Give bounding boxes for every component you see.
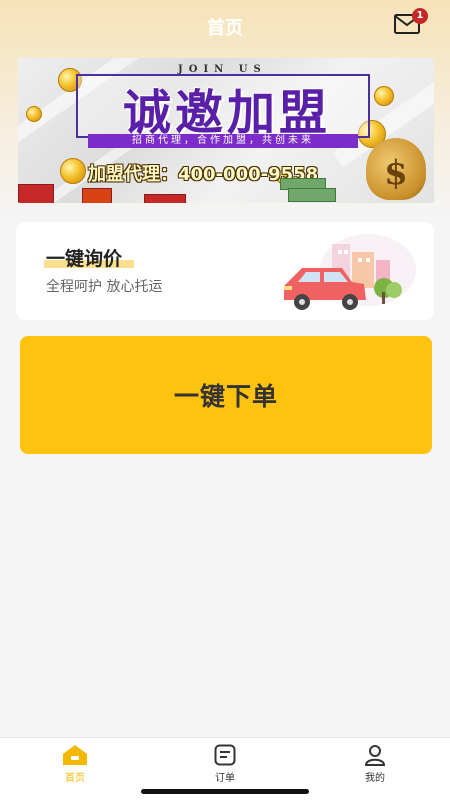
navbar: 首页 1 (0, 0, 450, 48)
svg-text:$: $ (384, 153, 408, 193)
tab-orders-label: 订单 (215, 773, 235, 784)
coin-decoration (374, 86, 394, 106)
car-city-illustration (284, 234, 416, 310)
tab-profile[interactable]: 我的 (335, 744, 415, 784)
page-title: 首页 (207, 18, 243, 39)
banner-subline: 招商代理，合作加盟，共创未来 (132, 135, 314, 146)
dollar-sign-icon: $ (384, 153, 408, 193)
gift-box-decoration (144, 194, 186, 203)
banner-headline: 诚邀加盟 (122, 85, 331, 141)
profile-icon (364, 745, 386, 766)
quote-card-title: 一键询价 (46, 248, 123, 270)
coin-decoration (60, 158, 86, 184)
gift-box-decoration (82, 188, 112, 203)
tab-orders[interactable]: 订单 (185, 744, 265, 784)
message-button[interactable]: 1 (394, 8, 428, 34)
place-order-button[interactable]: 一键下单 (20, 336, 432, 454)
promo-banner[interactable]: JOIN US 诚邀加盟 招商代理，合作加盟，共创未来 加盟代理：400-000… (18, 58, 434, 203)
home-icon (63, 745, 87, 765)
cash-decoration (288, 188, 336, 202)
order-list-icon (214, 744, 236, 766)
quote-card-subtitle: 全程呵护 放心托运 (46, 279, 163, 295)
coin-decoration (26, 106, 42, 122)
quick-quote-card[interactable]: 一键询价 全程呵护 放心托运 (16, 222, 434, 320)
tab-home[interactable]: 首页 (35, 744, 115, 784)
notification-badge: 1 (412, 8, 428, 24)
gift-box-decoration (18, 184, 54, 203)
home-indicator (141, 789, 309, 794)
tab-home-label: 首页 (65, 773, 85, 784)
tab-profile-label: 我的 (365, 773, 385, 784)
